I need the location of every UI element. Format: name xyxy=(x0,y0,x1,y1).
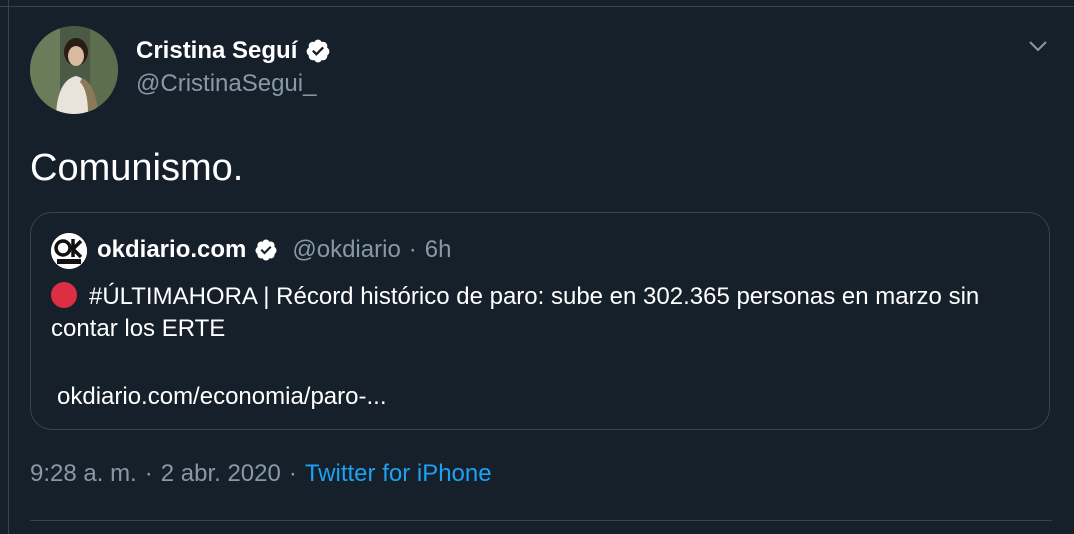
quoted-handle[interactable]: @okdiario xyxy=(292,235,400,265)
tweet-source-link[interactable]: Twitter for iPhone xyxy=(305,460,492,487)
bottom-divider xyxy=(30,520,1052,521)
meta-separator: · xyxy=(144,460,153,487)
quoted-display-name[interactable]: okdiario.com xyxy=(97,235,246,265)
verified-badge-icon xyxy=(306,39,330,63)
tweet-time[interactable]: 9:28 a. m. xyxy=(30,460,137,487)
meta-separator: · xyxy=(288,460,297,487)
okdiario-logo-icon xyxy=(51,233,87,269)
tweet-text: Comunismo. xyxy=(30,147,244,189)
quoted-text-block: #ÚLTIMAHORA | Récord histórico de paro: … xyxy=(51,281,1031,345)
top-divider xyxy=(0,0,1074,7)
verified-badge-icon xyxy=(255,239,277,261)
quoted-age[interactable]: 6h xyxy=(425,235,452,265)
red-circle-icon xyxy=(51,282,77,308)
avatar[interactable] xyxy=(30,26,118,114)
author-block: Cristina Seguí @CristinaSegui_ xyxy=(136,36,331,100)
quoted-author-row: okdiario.com @okdiario · 6h xyxy=(97,235,452,265)
avatar-photo-icon xyxy=(30,26,118,114)
quoted-text: #ÚLTIMAHORA | Récord histórico de paro: … xyxy=(51,283,980,342)
tweet-meta: 9:28 a. m. · 2 abr. 2020 · Twitter for iPhon… xyxy=(30,458,492,490)
author-name-row[interactable]: Cristina Seguí xyxy=(136,36,331,66)
okdiario-logo xyxy=(51,233,87,269)
left-divider xyxy=(8,0,9,534)
tweet-date[interactable]: 2 abr. 2020 xyxy=(161,460,281,487)
quoted-separator: · xyxy=(408,236,417,263)
author-display-name[interactable]: Cristina Seguí xyxy=(136,36,297,66)
quoted-tweet[interactable]: okdiario.com @okdiario · 6h #ÚLTIMAHORA … xyxy=(30,212,1050,430)
author-handle[interactable]: @CristinaSegui_ xyxy=(136,68,331,100)
chevron-down-icon[interactable] xyxy=(1026,34,1050,58)
quoted-link[interactable]: okdiario.com/economia/paro-... xyxy=(57,381,386,413)
